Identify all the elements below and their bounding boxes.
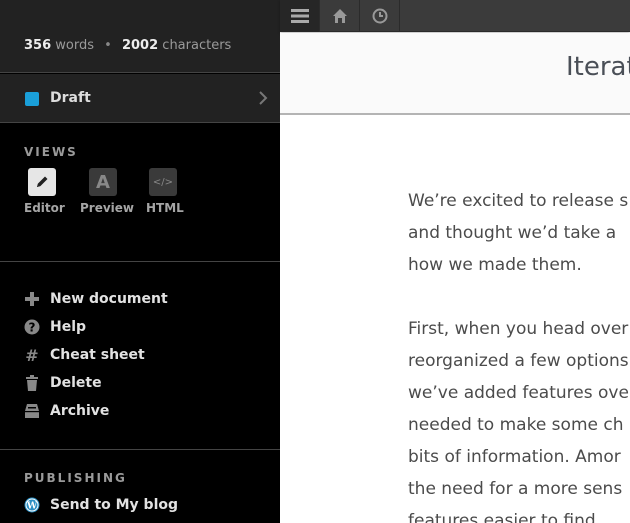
document-content[interactable]: We’re excited to release s and thought w… xyxy=(408,185,630,523)
text-line: We’re excited to release s xyxy=(408,191,629,211)
character-count: 2002 xyxy=(121,38,159,53)
sidebar: 356 words • 2002 characters Draft VIEWS … xyxy=(0,0,280,523)
home-button[interactable] xyxy=(320,0,360,32)
menu-item-delete[interactable]: Delete xyxy=(22,372,102,394)
hash-icon: # xyxy=(25,345,39,365)
document-title-bar: Iterat xyxy=(280,33,630,115)
document-stats: 356 words • 2002 characters xyxy=(0,0,280,73)
menu-item-new-document[interactable]: New document xyxy=(22,288,168,310)
status-selector[interactable]: Draft xyxy=(0,74,280,123)
menu-icon xyxy=(290,9,309,23)
menu-item-help[interactable]: ? Help xyxy=(22,316,86,338)
words-label: words xyxy=(55,38,95,53)
stats-text: 356 words • 2002 characters xyxy=(24,38,231,53)
view-editor-label: Editor xyxy=(24,201,65,215)
archive-icon xyxy=(22,402,42,420)
menu-item-label: New document xyxy=(50,291,168,307)
text-line: how we made them. xyxy=(408,255,582,275)
publishing-section-title: PUBLISHING xyxy=(24,471,127,485)
publish-to-blog-button[interactable]: W Send to My blog xyxy=(22,494,178,516)
document-title: Iterat xyxy=(566,52,630,82)
status-color-swatch xyxy=(25,92,39,106)
svg-text:?: ? xyxy=(29,321,36,335)
trash-icon xyxy=(22,374,42,392)
toolbar xyxy=(280,0,630,32)
menu-item-archive[interactable]: Archive xyxy=(22,400,109,422)
view-editor-button[interactable]: Editor xyxy=(24,168,65,215)
menu-item-label: Archive xyxy=(50,403,110,419)
wordpress-icon: W xyxy=(22,496,42,514)
svg-text:W: W xyxy=(26,502,38,512)
text-line: First, when you head over xyxy=(408,319,629,339)
menu-item-label: Cheat sheet xyxy=(50,347,145,363)
characters-label: characters xyxy=(162,38,232,53)
home-icon xyxy=(332,9,347,23)
plus-icon xyxy=(22,290,42,308)
divider xyxy=(0,449,280,450)
view-html-button[interactable]: </> HTML xyxy=(146,168,184,215)
views-section-title: VIEWS xyxy=(24,145,78,159)
menu-button[interactable] xyxy=(280,0,320,32)
main-pane: Iterat We’re excited to release s and th… xyxy=(280,0,630,523)
menu-item-label: Delete xyxy=(50,375,102,391)
text-line: reorganized a few options xyxy=(408,351,629,371)
pencil-icon xyxy=(28,168,56,196)
text-line: we’ve added features ove xyxy=(408,383,629,403)
preview-icon: A xyxy=(89,168,117,196)
status-label: Draft xyxy=(50,90,91,106)
text-line: and thought we’d take a xyxy=(408,223,617,243)
view-html-label: HTML xyxy=(146,201,184,215)
text-line: the need for a more sens xyxy=(408,479,623,499)
menu-item-label: Send to My blog xyxy=(50,497,179,513)
text-line: bits of information. Amor xyxy=(408,447,621,467)
view-preview-label: Preview xyxy=(80,201,135,215)
help-icon: ? xyxy=(22,318,42,336)
chevron-right-icon xyxy=(259,91,268,105)
history-button[interactable] xyxy=(360,0,400,32)
stats-separator: • xyxy=(104,38,112,53)
menu-item-label: Help xyxy=(50,319,87,335)
menu-item-cheat-sheet[interactable]: # Cheat sheet xyxy=(22,344,145,366)
history-icon xyxy=(372,8,387,24)
text-line: features easier to find. xyxy=(408,511,602,523)
word-count: 356 xyxy=(24,38,52,53)
divider xyxy=(0,261,280,262)
text-line: needed to make some ch xyxy=(408,415,624,435)
view-preview-button[interactable]: A Preview xyxy=(80,168,135,215)
code-icon: </> xyxy=(149,168,177,196)
paragraph: We’re excited to release s and thought w… xyxy=(408,185,630,281)
paragraph: First, when you head over reorganized a … xyxy=(408,313,630,523)
